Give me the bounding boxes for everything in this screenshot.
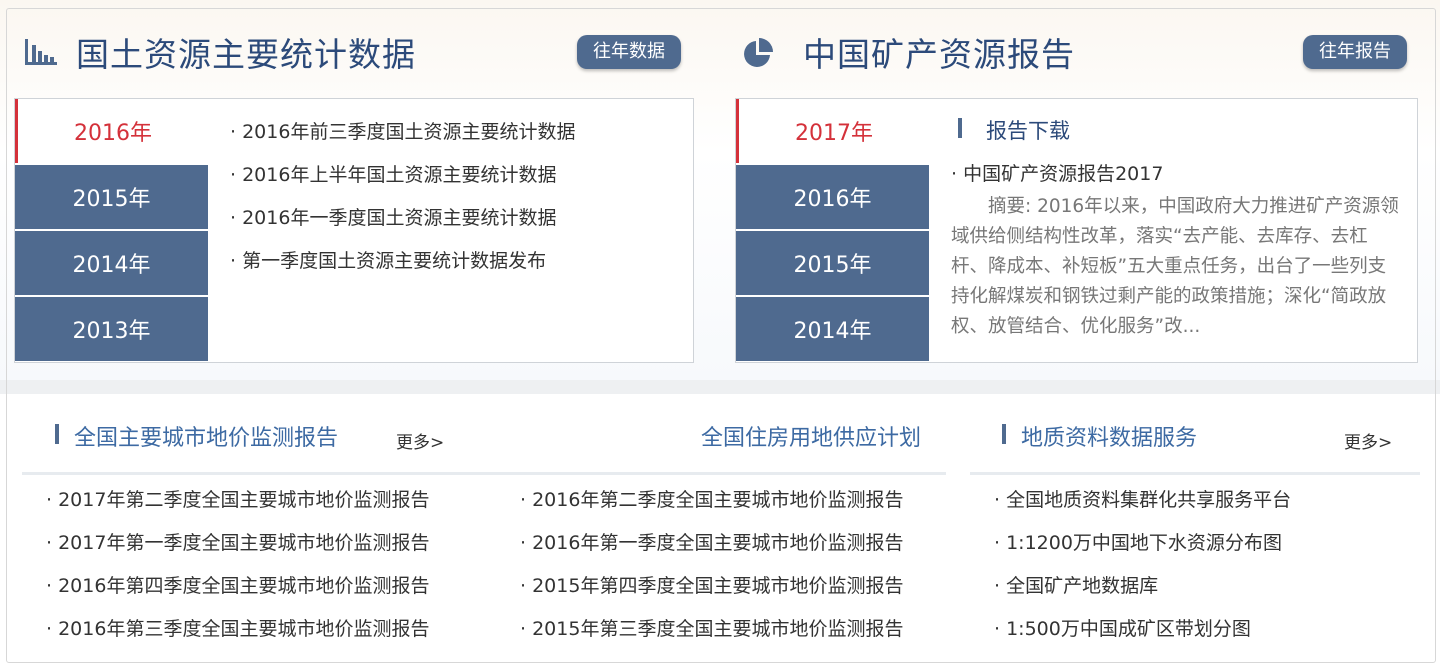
geo-data-item[interactable]: 1:1200万中国地下水资源分布图 — [994, 528, 1291, 571]
report-panel: 2017年 2016年 2015年 2014年 报告下载 中国矿产资源报告201… — [735, 98, 1418, 363]
stats-tab-year[interactable]: 2014年 — [15, 231, 208, 295]
land-price-title: 全国主要城市地价监测报告 — [74, 426, 339, 451]
stats-list: 2016年前三季度国土资源主要统计数据 2016年上半年国土资源主要统计数据 2… — [230, 117, 575, 289]
report-download-heading: 报告下载 — [958, 115, 1070, 145]
land-price-item[interactable]: 2017年第一季度全国主要城市地价监测报告 — [46, 528, 429, 571]
heading-bar — [55, 424, 59, 444]
report-download-label: 报告下载 — [986, 119, 1070, 143]
land-price-item[interactable]: 2017年第二季度全国主要城市地价监测报告 — [46, 485, 429, 528]
geo-data-divider — [970, 472, 1420, 475]
land-price-divider — [22, 472, 946, 475]
land-price-item[interactable]: 2016年第二季度全国主要城市地价监测报告 — [520, 485, 903, 528]
stats-list-item[interactable]: 2016年上半年国土资源主要统计数据 — [230, 160, 575, 203]
report-title: 中国矿产资源报告 — [803, 35, 1075, 74]
land-price-list-right: 2016年第二季度全国主要城市地价监测报告 2016年第一季度全国主要城市地价监… — [520, 485, 903, 657]
stats-list-item[interactable]: 2016年前三季度国土资源主要统计数据 — [230, 117, 575, 160]
stats-tab-year[interactable]: 2013年 — [15, 297, 208, 361]
land-price-item[interactable]: 2016年第一季度全国主要城市地价监测报告 — [520, 528, 903, 571]
past-reports-button[interactable]: 往年报告 — [1303, 35, 1407, 69]
report-summary: 摘要: 2016年以来，中国政府大力推进矿产资源领域供给侧结构性改革，落实“去产… — [951, 196, 1399, 337]
land-price-list-left: 2017年第二季度全国主要城市地价监测报告 2017年第一季度全国主要城市地价监… — [46, 485, 429, 657]
land-price-item[interactable]: 2015年第三季度全国主要城市地价监测报告 — [520, 614, 903, 657]
geo-data-list: 全国地质资料集群化共享服务平台 1:1200万中国地下水资源分布图 全国矿产地数… — [994, 485, 1291, 657]
geo-data-item[interactable]: 全国矿产地数据库 — [994, 571, 1291, 614]
housing-land-supply-tab[interactable]: 全国住房用地供应计划 — [701, 420, 921, 452]
geo-data-heading[interactable]: 地质资料数据服务 — [1002, 420, 1198, 452]
stats-tab-active[interactable]: 2016年 — [15, 99, 208, 163]
report-tab-year[interactable]: 2015年 — [736, 231, 929, 295]
bar-chart-icon — [25, 39, 57, 65]
report-tab-active[interactable]: 2017年 — [736, 99, 929, 163]
stats-list-item[interactable]: 第一季度国土资源主要统计数据发布 — [230, 246, 575, 289]
past-data-button[interactable]: 往年数据 — [577, 35, 681, 69]
section-divider-band — [0, 380, 1440, 394]
report-year-tabs: 2017年 2016年 2015年 2014年 — [736, 99, 929, 364]
pie-chart-icon — [744, 38, 773, 67]
land-price-heading[interactable]: 全国主要城市地价监测报告 — [55, 420, 339, 452]
report-tab-year[interactable]: 2014年 — [736, 297, 929, 361]
land-price-item[interactable]: 2016年第四季度全国主要城市地价监测报告 — [46, 571, 429, 614]
heading-bar — [1002, 424, 1006, 444]
geo-data-title: 地质资料数据服务 — [1021, 426, 1198, 451]
geo-data-item[interactable]: 全国地质资料集群化共享服务平台 — [994, 485, 1291, 528]
report-link[interactable]: 中国矿产资源报告2017 — [951, 159, 1163, 186]
stats-panel: 2016年 2015年 2014年 2013年 2016年前三季度国土资源主要统… — [14, 98, 694, 363]
stats-title: 国土资源主要统计数据 — [76, 35, 416, 74]
geo-data-item[interactable]: 1:500万中国成矿区带划分图 — [994, 614, 1291, 657]
report-tab-year[interactable]: 2016年 — [736, 165, 929, 229]
land-price-item[interactable]: 2016年第三季度全国主要城市地价监测报告 — [46, 614, 429, 657]
land-price-item[interactable]: 2015年第四季度全国主要城市地价监测报告 — [520, 571, 903, 614]
geo-data-more-link[interactable]: 更多> — [1344, 428, 1392, 453]
stats-list-item[interactable]: 2016年一季度国土资源主要统计数据 — [230, 203, 575, 246]
stats-year-tabs: 2016年 2015年 2014年 2013年 — [15, 99, 208, 364]
land-price-more-link[interactable]: 更多> — [396, 428, 444, 453]
stats-tab-year[interactable]: 2015年 — [15, 165, 208, 229]
heading-bar — [958, 118, 962, 138]
